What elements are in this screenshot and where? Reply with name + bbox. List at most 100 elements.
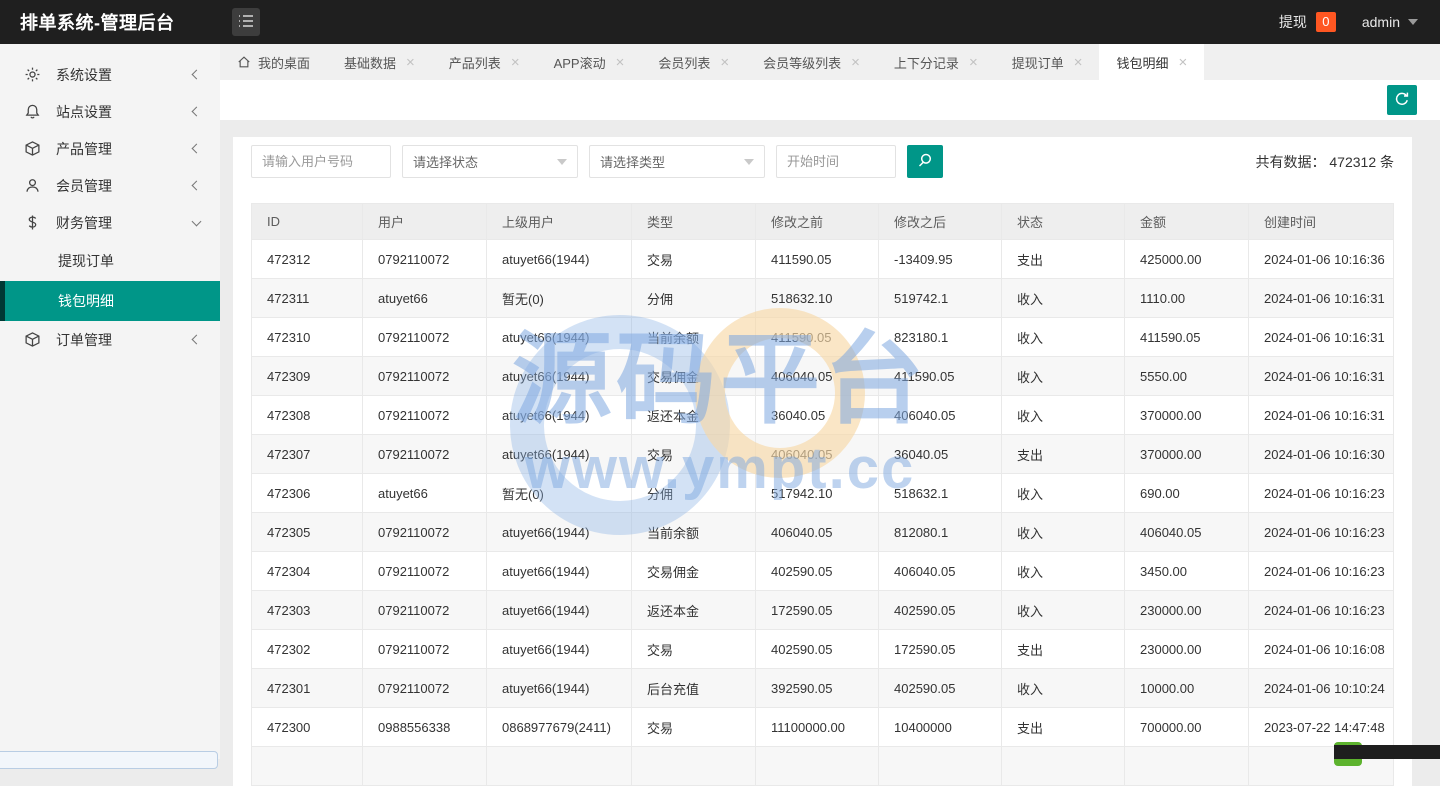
table-cell: 517942.10: [756, 474, 879, 513]
table-cell: 406040.05: [879, 552, 1002, 591]
table-row: 4723020792110072atuyet66(1944)交易402590.0…: [252, 630, 1394, 669]
start-time-input[interactable]: [776, 145, 896, 178]
table-row: 4723040792110072atuyet66(1944)交易佣金402590…: [252, 552, 1394, 591]
chevron-down-icon: [557, 159, 567, 165]
filter-bar: 请选择状态 请选择类型 共有数据： 472312 条: [251, 145, 1394, 178]
main-content: 我的桌面基础数据×产品列表×APP滚动×会员列表×会员等级列表×上下分记录×提现…: [220, 44, 1440, 786]
table-cell: atuyet66(1944): [487, 591, 632, 630]
refresh-icon: [1394, 91, 1410, 110]
screenshot-tool-panel[interactable]: [1334, 745, 1440, 759]
chevron-left-icon: [192, 144, 202, 154]
table-cell: 5550.00: [1125, 357, 1249, 396]
sidebar-toggle-button[interactable]: [232, 8, 260, 36]
table-cell: 收入: [1002, 318, 1125, 357]
column-header: 用户: [363, 204, 487, 240]
column-header: 修改之后: [879, 204, 1002, 240]
sidebar-item-product-management[interactable]: 产品管理: [0, 130, 220, 167]
table-cell: atuyet66: [363, 474, 487, 513]
tab-label: 会员列表: [658, 53, 710, 72]
table-cell: 472309: [252, 357, 363, 396]
app-header: 排单系统-管理后台 提现 0 admin: [0, 0, 1440, 44]
total-count: 共有数据： 472312 条: [1256, 152, 1395, 172]
table-cell: 36040.05: [879, 435, 1002, 474]
table-cell: 交易佣金: [632, 357, 756, 396]
table-cell: 518632.1: [879, 474, 1002, 513]
table-cell: 402590.05: [879, 591, 1002, 630]
toolbar: [220, 80, 1440, 120]
close-icon[interactable]: ×: [851, 55, 860, 70]
table-cell: 支出: [1002, 630, 1125, 669]
tab-member-level-list[interactable]: 会员等级列表×: [746, 44, 877, 80]
table-cell: atuyet66(1944): [487, 240, 632, 279]
refresh-button[interactable]: [1387, 85, 1417, 115]
table-cell: [756, 747, 879, 786]
tab-label: 基础数据: [344, 53, 396, 72]
table-cell: 2024-01-06 10:16:31: [1249, 357, 1394, 396]
table-cell: 402590.05: [879, 669, 1002, 708]
dollar-icon: [23, 214, 41, 232]
table-cell: 收入: [1002, 396, 1125, 435]
table-cell: 411590.05: [1125, 318, 1249, 357]
table-row: 4723090792110072atuyet66(1944)交易佣金406040…: [252, 357, 1394, 396]
table-cell: [632, 747, 756, 786]
table-cell: [363, 747, 487, 786]
chevron-left-icon: [192, 70, 202, 80]
withdraw-link[interactable]: 提现: [1279, 12, 1307, 32]
table-row: 4723100792110072atuyet66(1944)当前余额411590…: [252, 318, 1394, 357]
table-cell: 交易: [632, 708, 756, 747]
table-cell: 0792110072: [363, 396, 487, 435]
tab-my-desktop[interactable]: 我的桌面: [220, 44, 327, 80]
tab-withdraw-orders[interactable]: 提现订单×: [995, 44, 1100, 80]
close-icon[interactable]: ×: [511, 55, 520, 70]
table-cell: [879, 747, 1002, 786]
close-icon[interactable]: ×: [1179, 55, 1188, 70]
search-button[interactable]: [907, 145, 943, 178]
close-icon[interactable]: ×: [616, 55, 625, 70]
content-card: 请选择状态 请选择类型 共有数据： 472312 条: [233, 137, 1412, 786]
table-cell: 11100000.00: [756, 708, 879, 747]
sidebar-subitem-withdraw-orders[interactable]: 提现订单: [0, 241, 220, 281]
table-cell: atuyet66(1944): [487, 357, 632, 396]
table-cell: 472312: [252, 240, 363, 279]
table-cell: 472308: [252, 396, 363, 435]
table-cell: 472304: [252, 552, 363, 591]
table-cell: 0792110072: [363, 669, 487, 708]
sidebar-item-site-settings[interactable]: 站点设置: [0, 93, 220, 130]
sidebar-item-label: 财务管理: [56, 213, 112, 233]
sidebar-item-label: 订单管理: [56, 330, 112, 350]
tab-product-list[interactable]: 产品列表×: [432, 44, 537, 80]
close-icon[interactable]: ×: [969, 55, 978, 70]
table-cell: 收入: [1002, 474, 1125, 513]
tab-wallet-details[interactable]: 钱包明细×: [1099, 44, 1204, 80]
tab-app-scroll[interactable]: APP滚动×: [537, 44, 642, 80]
type-select[interactable]: 请选择类型: [589, 145, 765, 178]
close-icon[interactable]: ×: [720, 55, 729, 70]
user-menu[interactable]: admin: [1362, 14, 1400, 30]
status-select[interactable]: 请选择状态: [402, 145, 578, 178]
sidebar-item-finance-management[interactable]: 财务管理: [0, 204, 220, 241]
sidebar-subitem-wallet-details[interactable]: 钱包明细: [0, 281, 220, 321]
table-cell: 519742.1: [879, 279, 1002, 318]
table-cell: 0868977679(2411): [487, 708, 632, 747]
tab-basic-data[interactable]: 基础数据 ×: [327, 44, 432, 80]
table-cell: 0792110072: [363, 357, 487, 396]
home-icon: [237, 55, 251, 69]
user-number-input[interactable]: [251, 145, 391, 178]
close-icon[interactable]: ×: [1074, 55, 1083, 70]
chevron-down-icon: [1408, 19, 1418, 25]
table-cell: 406040.05: [879, 396, 1002, 435]
sidebar-item-member-management[interactable]: 会员管理: [0, 167, 220, 204]
sidebar-subitem-label: 提现订单: [58, 251, 114, 271]
sidebar-item-system-settings[interactable]: 系统设置: [0, 56, 220, 93]
close-icon[interactable]: ×: [406, 55, 415, 70]
table-cell: 0792110072: [363, 591, 487, 630]
table-cell: 收入: [1002, 669, 1125, 708]
column-header: ID: [252, 204, 363, 240]
table-body: 4723120792110072atuyet66(1944)交易411590.0…: [252, 240, 1394, 786]
table-cell: 411590.05: [879, 357, 1002, 396]
sidebar-item-order-management[interactable]: 订单管理: [0, 321, 220, 358]
tab-member-list[interactable]: 会员列表 ×: [641, 44, 746, 80]
tab-updown-records[interactable]: 上下分记录×: [877, 44, 995, 80]
table-cell: 472311: [252, 279, 363, 318]
table-cell: 472303: [252, 591, 363, 630]
